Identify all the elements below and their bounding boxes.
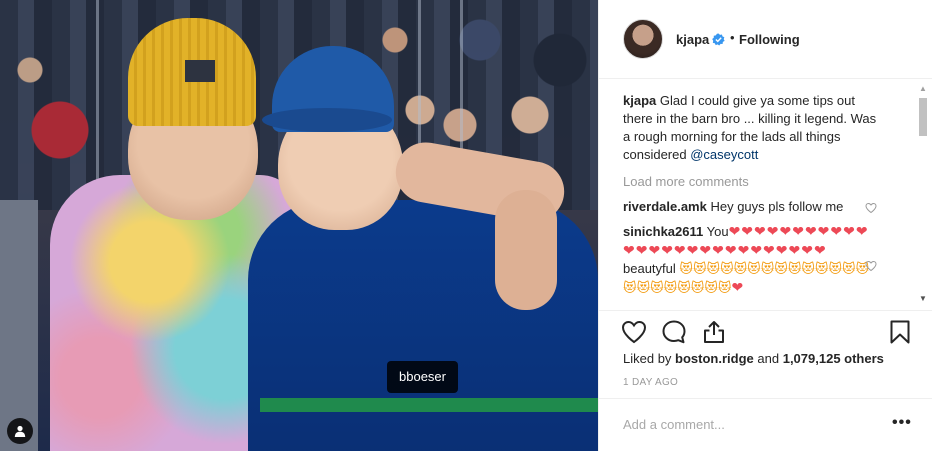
comment-text: beautyful xyxy=(623,261,676,276)
comment-username[interactable]: riverdale.amk xyxy=(623,199,707,214)
verified-badge-icon xyxy=(712,33,725,46)
list-item: riverdale.amk Hey guys pls follow me xyxy=(623,198,881,216)
photo-edge-figure xyxy=(0,200,38,451)
comment-username[interactable]: sinichka2611 xyxy=(623,224,703,239)
following-button[interactable]: Following xyxy=(739,32,800,47)
cap-brim xyxy=(262,108,392,132)
user-tag-button[interactable] xyxy=(7,418,33,444)
cat-emojis: 😻😻😻😻😻😻😻 xyxy=(636,280,732,295)
header-separator: • xyxy=(730,30,735,45)
hand xyxy=(495,190,557,310)
avatar[interactable] xyxy=(623,19,663,59)
comments-scrollbar[interactable]: ▲ ▼ xyxy=(918,84,928,306)
user-tag-icon xyxy=(14,425,26,437)
comment-icon[interactable] xyxy=(661,319,687,345)
comment-text: You xyxy=(706,224,729,239)
post-sidebar: kjapa • Following kjapa Glad I could giv… xyxy=(598,0,932,451)
comment-form: ••• xyxy=(599,398,932,451)
cat-emojis: 😻😻😻 xyxy=(679,261,721,276)
small-heart-icon[interactable] xyxy=(865,260,877,272)
scroll-up-arrow-icon[interactable]: ▲ xyxy=(918,84,928,94)
post-header: kjapa • Following xyxy=(599,0,932,79)
post-photo[interactable]: bboeser xyxy=(0,0,598,451)
comment-text: Hey guys pls follow me xyxy=(710,199,844,214)
caption: kjapa Glad I could give ya some tips out… xyxy=(623,92,881,164)
post-date[interactable]: 1 DAY AGO xyxy=(623,377,678,388)
small-heart-icon[interactable] xyxy=(865,202,877,214)
likes-count[interactable]: 1,079,125 others xyxy=(783,351,884,366)
likes-summary: Liked by boston.ridge and 1,079,125 othe… xyxy=(623,351,884,366)
caption-username[interactable]: kjapa xyxy=(623,93,656,108)
caption-mention[interactable]: @caseycott xyxy=(690,147,758,162)
heart-emojis: ❤❤❤❤❤❤ xyxy=(750,242,827,258)
author-username[interactable]: kjapa xyxy=(676,32,709,47)
more-options-button[interactable]: ••• xyxy=(892,415,912,431)
heart-icon[interactable] xyxy=(621,319,647,345)
share-icon[interactable] xyxy=(701,319,727,345)
bookmark-icon[interactable] xyxy=(887,319,913,345)
likes-middle: and xyxy=(757,351,780,366)
comment-input[interactable] xyxy=(623,413,873,435)
glass-divider xyxy=(96,0,99,200)
comments-list: kjapa Glad I could give ya some tips out… xyxy=(623,92,887,310)
scroll-down-arrow-icon[interactable]: ▼ xyxy=(918,294,928,304)
action-bar xyxy=(599,310,932,350)
likes-prefix: Liked by xyxy=(623,351,672,366)
liked-by-username[interactable]: boston.ridge xyxy=(675,351,754,366)
jersey-stripe xyxy=(260,398,598,412)
beanie-tag xyxy=(185,60,215,82)
list-item: sinichka2611 You❤❤❤❤❤❤❤❤❤❤❤❤❤❤❤❤❤❤❤❤❤❤❤❤… xyxy=(623,222,881,297)
user-tag-label[interactable]: bboeser xyxy=(387,361,458,393)
load-more-comments-button[interactable]: Load more comments xyxy=(623,173,749,191)
heart-emoji: ❤ xyxy=(731,279,745,295)
scrollbar-thumb[interactable] xyxy=(919,98,927,136)
